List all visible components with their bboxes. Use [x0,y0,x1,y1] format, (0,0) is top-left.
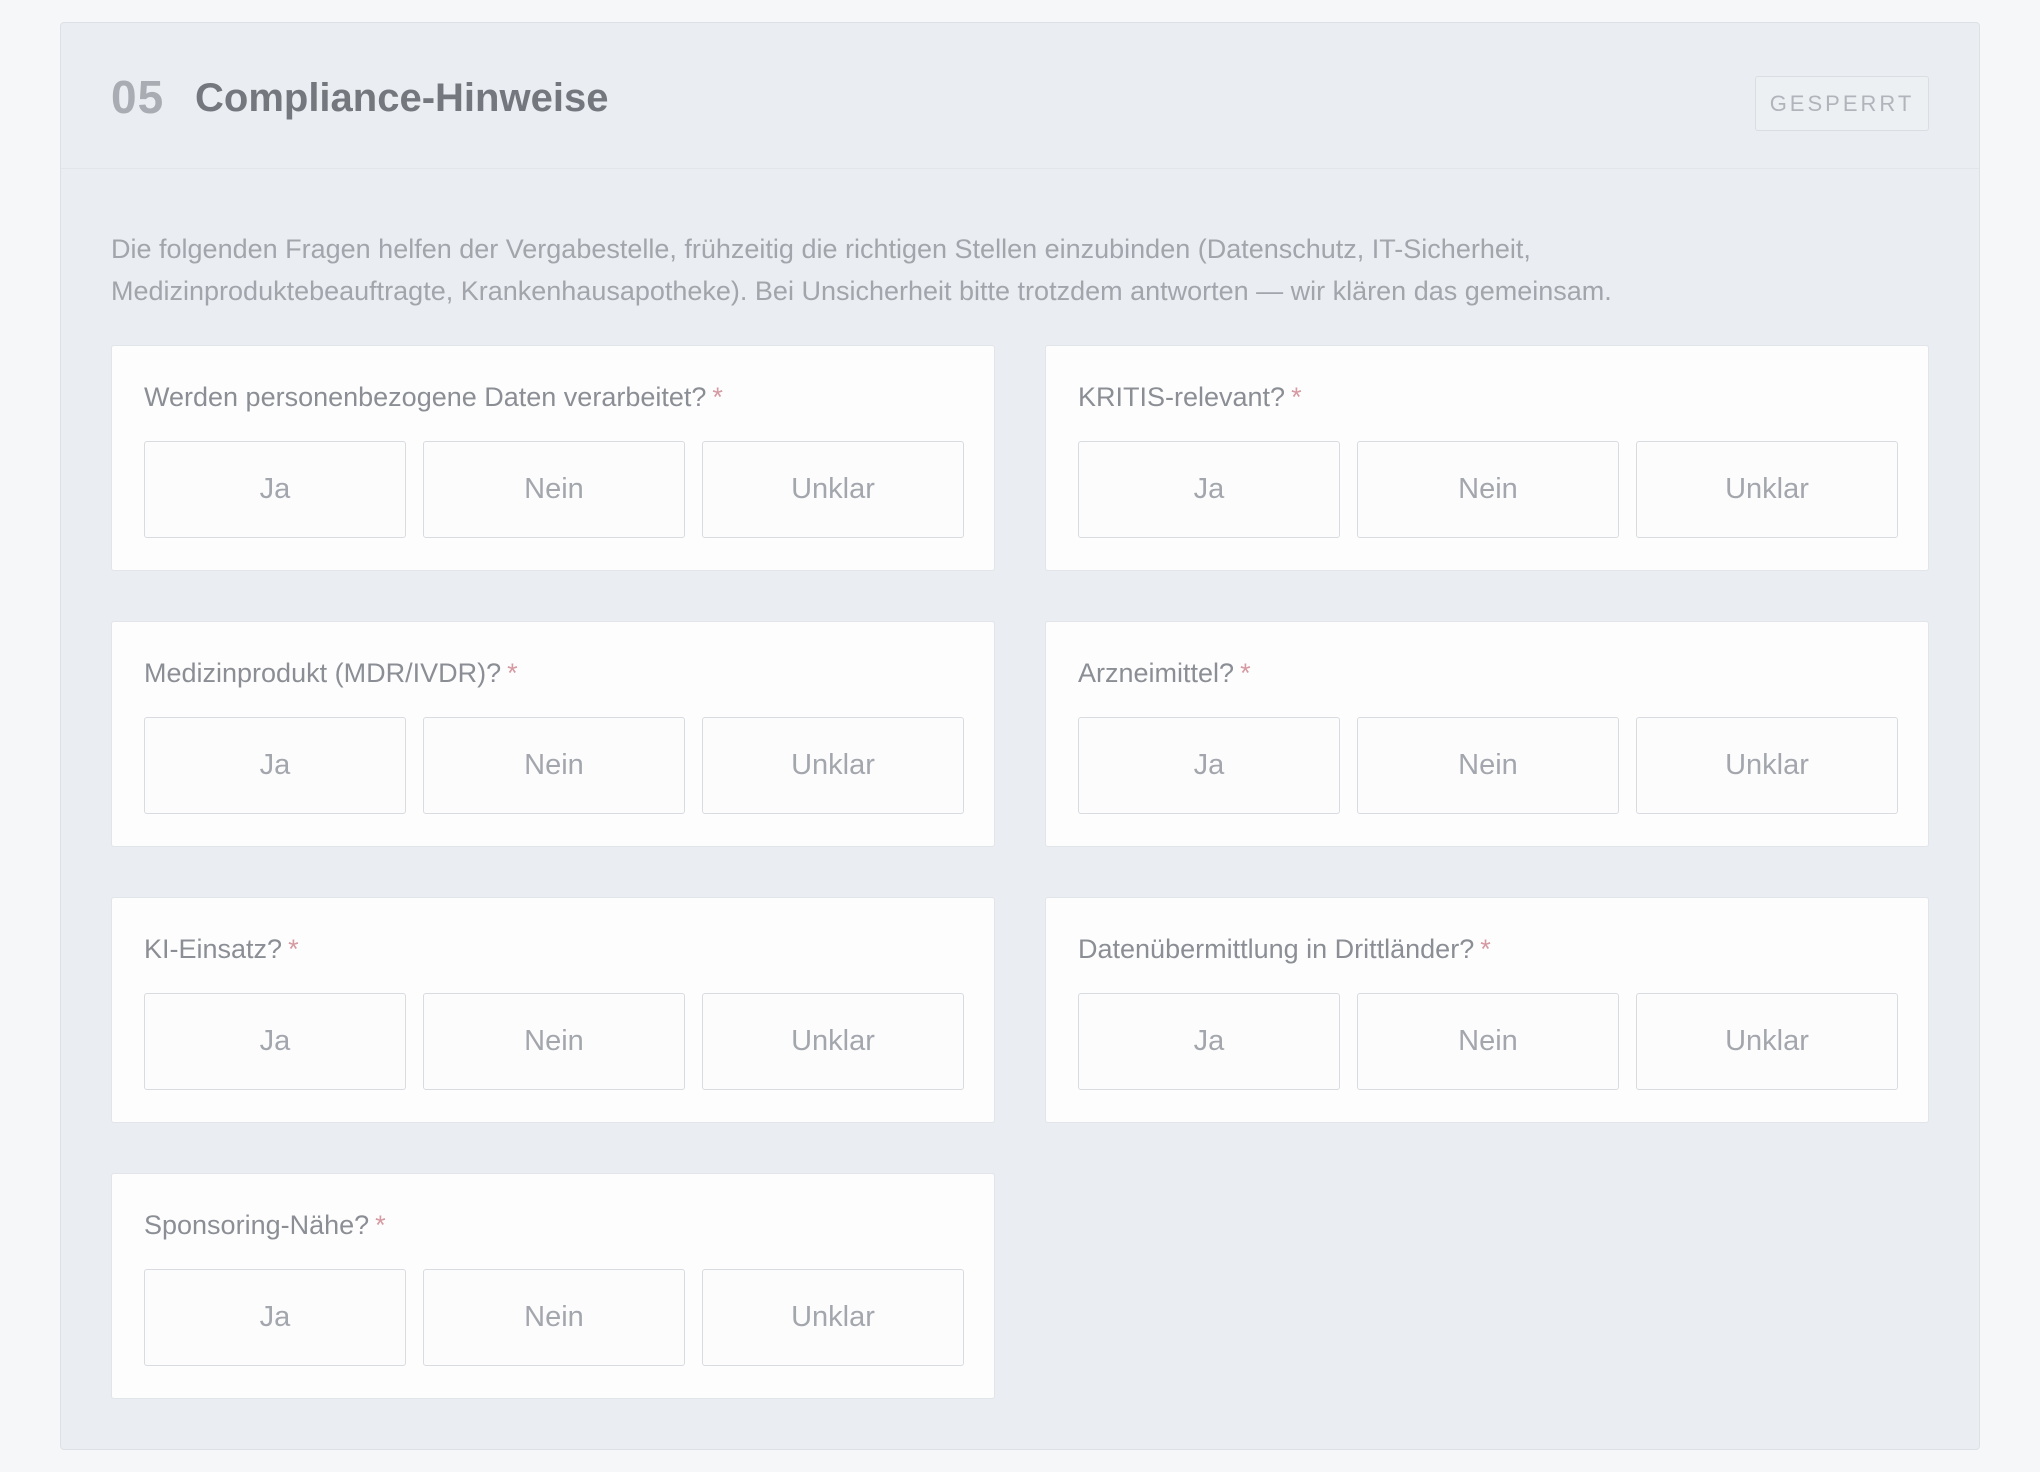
section-title: Compliance-Hinweise [195,76,609,120]
answer-ja-button[interactable]: Ja [144,993,406,1090]
answer-unklar-button[interactable]: Unklar [1636,441,1898,538]
answer-ja-button[interactable]: Ja [144,717,406,814]
answer-ja-button[interactable]: Ja [1078,717,1340,814]
answer-options: Ja Nein Unklar [144,717,964,814]
answer-ja-button[interactable]: Ja [1078,441,1340,538]
question-card-medical-device: Medizinprodukt (MDR/IVDR)? * Ja Nein Unkl… [111,621,995,847]
question-card-sponsoring: Sponsoring-Nähe? * Ja Nein Unklar [111,1173,995,1399]
answer-unklar-button[interactable]: Unklar [702,441,964,538]
answer-options: Ja Nein Unklar [144,993,964,1090]
compliance-section-panel: 05 Compliance-Hinweise GESPERRT Die folg… [60,22,1980,1450]
question-card-drug: Arzneimittel? * Ja Nein Unklar [1045,621,1929,847]
question-label: Werden personenbezogene Daten verarbeite… [144,382,723,412]
answer-options: Ja Nein Unklar [1078,993,1898,1090]
section-intro-text: Die folgenden Fragen helfen der Vergabes… [111,234,1612,306]
question-label: Medizinprodukt (MDR/IVDR)? * [144,658,518,688]
answer-ja-button[interactable]: Ja [144,441,406,538]
answer-nein-button[interactable]: Nein [1357,441,1619,538]
answer-options: Ja Nein Unklar [1078,717,1898,814]
question-label: KRITIS-relevant? * [1078,382,1302,412]
answer-nein-button[interactable]: Nein [423,1269,685,1366]
question-label: Arzneimittel? * [1078,658,1251,688]
answer-nein-button[interactable]: Nein [423,993,685,1090]
question-card-third-country-transfer: Datenübermittlung in Drittländer? * Ja Ne… [1045,897,1929,1123]
section-header: 05 Compliance-Hinweise GESPERRT [61,23,1979,169]
required-marker: * [288,934,299,964]
section-number: 05 [111,71,165,123]
answer-nein-button[interactable]: Nein [423,441,685,538]
answer-unklar-button[interactable]: Unklar [1636,717,1898,814]
required-marker: * [712,382,723,412]
required-marker: * [1291,382,1302,412]
answer-options: Ja Nein Unklar [1078,441,1898,538]
answer-unklar-button[interactable]: Unklar [702,717,964,814]
required-marker: * [1240,658,1251,688]
answer-options: Ja Nein Unklar [144,441,964,538]
answer-nein-button[interactable]: Nein [1357,993,1619,1090]
answer-unklar-button[interactable]: Unklar [702,993,964,1090]
question-label: Sponsoring-Nähe? * [144,1210,386,1240]
answer-nein-button[interactable]: Nein [423,717,685,814]
answer-unklar-button[interactable]: Unklar [702,1269,964,1366]
question-card-personal-data: Werden personenbezogene Daten verarbeite… [111,345,995,571]
answer-options: Ja Nein Unklar [144,1269,964,1366]
question-label: KI-Einsatz? * [144,934,299,964]
required-marker: * [507,658,518,688]
required-marker: * [1480,934,1491,964]
answer-ja-button[interactable]: Ja [144,1269,406,1366]
question-label: Datenübermittlung in Drittländer? * [1078,934,1491,964]
answer-nein-button[interactable]: Nein [1357,717,1619,814]
required-marker: * [375,1210,386,1240]
question-card-ai-usage: KI-Einsatz? * Ja Nein Unklar [111,897,995,1123]
question-card-kritis: KRITIS-relevant? * Ja Nein Unklar [1045,345,1929,571]
locked-status-badge: GESPERRT [1755,76,1929,131]
answer-ja-button[interactable]: Ja [1078,993,1340,1090]
answer-unklar-button[interactable]: Unklar [1636,993,1898,1090]
